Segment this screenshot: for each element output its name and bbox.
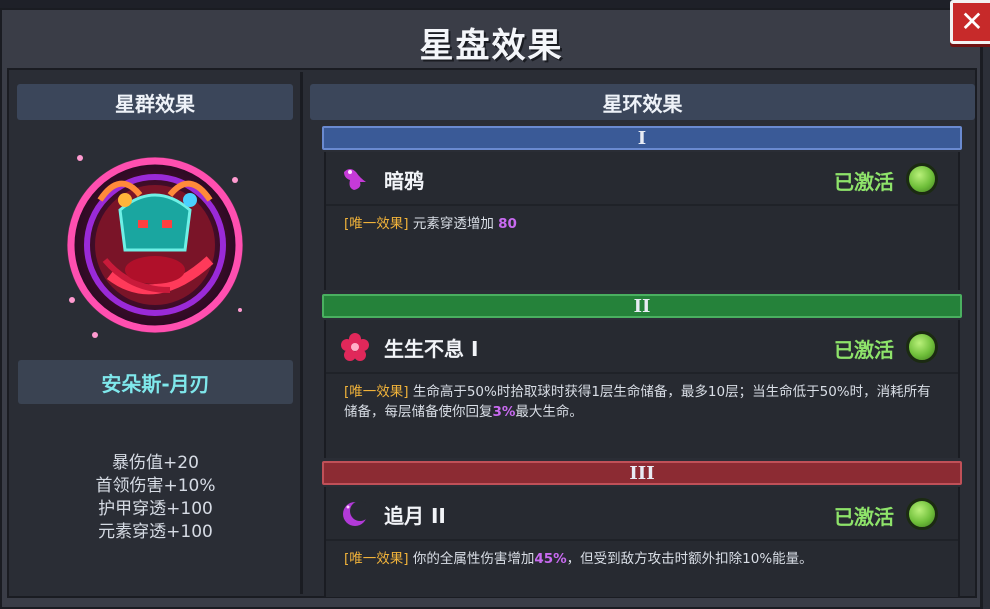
column-divider: [300, 72, 303, 594]
ring-1-status: 已激活: [834, 170, 894, 194]
ring-2-header: II: [322, 294, 962, 318]
ring-1-card[interactable]: 暗鸦 已激活 [唯一效果] 元素穿透增加 80: [324, 152, 960, 290]
ring-3-status: 已激活: [834, 505, 894, 529]
crescent-moon-icon: [343, 501, 370, 526]
unique-effect-tag: [唯一效果]: [344, 216, 409, 232]
desc-highlight: 3%: [492, 404, 516, 420]
constellation-stats: 暴伤值+20 首领伤害+10% 护甲穿透+100 元素穿透+100: [18, 452, 293, 544]
ring-3-name: 追月 II: [384, 504, 446, 528]
ring-1-name: 暗鸦: [384, 169, 424, 193]
close-icon: ✕: [960, 5, 984, 38]
ring-3-card[interactable]: 追月 II 已激活 [唯一效果] 你的全属性伤害增加45%，但受到敌方攻击时额外…: [324, 487, 960, 597]
unique-effect-tag: [唯一效果]: [344, 384, 409, 400]
stat-line: 暴伤值+20: [112, 453, 199, 473]
ring-1-description: [唯一效果] 元素穿透增加 80: [344, 214, 944, 234]
ring-2-card[interactable]: 生生不息 I 已激活 [唯一效果] 生命高于50%时拾取球时获得1层生命储备，最…: [324, 320, 960, 458]
constellation-name: 安朵斯-月刃: [18, 360, 293, 404]
stat-line: 护甲穿透+100: [98, 499, 213, 519]
desc-text: 最大生命。: [515, 404, 583, 420]
stat-line: 元素穿透+100: [98, 522, 213, 542]
stat-line: 首领伤害+10%: [95, 476, 216, 496]
unique-effect-tag: [唯一效果]: [344, 551, 409, 567]
ring-3-description: [唯一效果] 你的全属性伤害增加45%，但受到敌方攻击时额外扣除10%能量。: [344, 549, 944, 569]
active-indicator-icon: [906, 163, 938, 195]
ring-1-header: I: [322, 126, 962, 150]
ring-2-name: 生生不息 I: [384, 337, 479, 361]
close-button[interactable]: ✕: [950, 0, 990, 44]
ring-2-status: 已激活: [834, 338, 894, 362]
constellation-effect-header: 星群效果: [17, 84, 293, 120]
raven-icon: [344, 169, 366, 190]
ring-3-header: III: [322, 461, 962, 485]
window-title: 星盘效果: [419, 26, 564, 66]
desc-text: 生命高于50%时拾取球时获得1层生命储备，最多10层；当生命低于50%时，消耗所…: [344, 384, 931, 420]
desc-highlight: 45%: [534, 551, 567, 567]
desc-text: ，但受到敌方攻击时额外扣除10%能量。: [566, 551, 813, 567]
desc-text: 元素穿透增加: [408, 216, 499, 232]
desc-text: 你的全属性伤害增加: [408, 551, 535, 567]
active-indicator-icon: [906, 498, 938, 530]
flower-icon: [341, 333, 369, 361]
constellation-emblem-icon: [67, 155, 243, 338]
ring-effect-header: 星环效果: [310, 84, 975, 120]
desc-highlight: 80: [498, 216, 517, 232]
ring-2-description: [唯一效果] 生命高于50%时拾取球时获得1层生命储备，最多10层；当生命低于5…: [344, 382, 944, 422]
active-indicator-icon: [906, 331, 938, 363]
